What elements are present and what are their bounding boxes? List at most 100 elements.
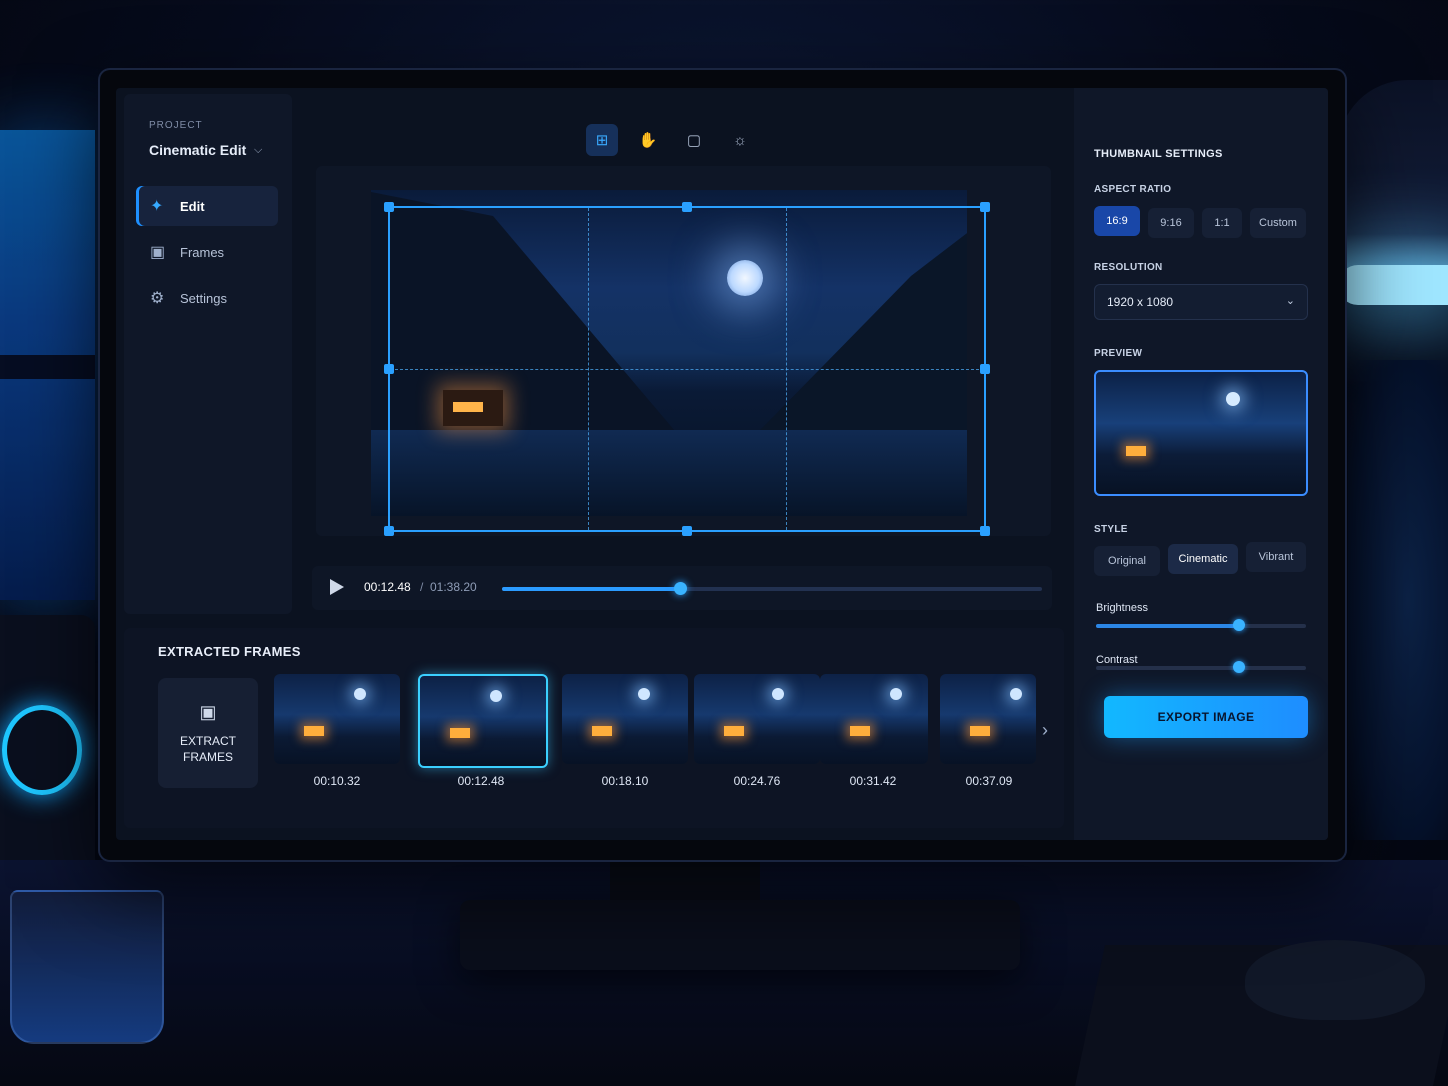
frames-icon: ▣ [150,244,166,261]
frame-time: 00:24.76 [733,774,781,788]
shelf [0,355,95,379]
playback-bar: 00:12.48 / 01:38.20 [312,566,1052,610]
crop-box[interactable] [384,202,990,536]
frame-thumbnail[interactable] [820,674,928,764]
sidebar-item-settings[interactable]: ⚙ Settings [136,278,278,318]
frame-thumbnail[interactable] [562,674,688,764]
aspect-ratio-label: ASPECT RATIO [1094,184,1172,195]
resolution-label: RESOLUTION [1094,262,1163,273]
crop-handle-left[interactable] [384,364,394,374]
contrast-fill [1096,666,1239,670]
current-time: 00:12.48 [364,580,411,594]
cabin-light [970,726,990,736]
total-time: 01:38.20 [430,580,477,594]
export-image-button[interactable]: EXPORT IMAGE [1104,696,1308,738]
sidebar-item-label: Edit [180,198,205,214]
moon [638,688,650,700]
sidebar-item-frames[interactable]: ▣ Frames [136,232,278,272]
aspect-16-9-button[interactable]: 16:9 [1094,206,1140,236]
crop-grid-line [390,369,984,370]
moon [772,688,784,700]
chevron-down-icon[interactable]: ⌵ [254,144,262,157]
style-vibrant-button[interactable]: Vibrant [1246,542,1306,572]
aspect-9-16-button[interactable]: 9:16 [1148,208,1194,238]
panel-title: THUMBNAIL SETTINGS [1094,148,1223,160]
mouse [1245,940,1425,1020]
contrast-label: Contrast [1096,654,1138,666]
extracted-frames-panel: EXTRACTED FRAMES ▣ EXTRACT FRAMES 00:10.… [124,628,1064,828]
cabin-light [304,726,324,736]
plant [1348,360,1448,840]
app-window: PROJECT Cinematic Edit ⌵ ✦ Edit ▣ Frames… [116,88,1328,840]
monitor-base [460,900,1020,970]
contrast-handle[interactable] [1232,661,1245,673]
brightness-icon: ☼ [733,131,747,149]
moon [490,690,502,702]
chevron-right-icon[interactable]: › [1042,720,1048,741]
lamp-glow [1338,265,1448,305]
style-cinematic-button[interactable]: Cinematic [1168,544,1238,574]
crop-tool-button[interactable]: ⊞ [586,124,618,156]
resolution-select[interactable]: 1920 x 1080 ⌄ [1094,284,1308,320]
extract-frames-button[interactable]: ▣ EXTRACT FRAMES [158,678,258,788]
brightness-slider[interactable] [1096,619,1306,631]
crop-handle-top[interactable] [682,202,692,212]
crop-handle-top-right[interactable] [980,202,990,212]
moon [1010,688,1022,700]
crop-handle-bottom-left[interactable] [384,526,394,536]
play-icon[interactable] [330,579,344,595]
frame-time: 00:12.48 [457,774,505,788]
sidebar-item-label: Frames [180,244,225,260]
timeline-scrubber[interactable] [502,582,1042,595]
crop-handle-bottom-right[interactable] [980,526,990,536]
style-original-button[interactable]: Original [1094,546,1160,576]
frame-thumbnail[interactable] [694,674,820,764]
frame-time: 00:31.42 [849,774,897,788]
thumbnail-preview [1094,370,1308,496]
project-name[interactable]: Cinematic Edit [149,142,246,158]
moon [890,688,902,700]
crop-icon: ⊞ [595,132,609,149]
brightness-handle[interactable] [1232,619,1245,631]
glass [10,890,164,1044]
preview-label: PREVIEW [1094,348,1143,359]
brightness-label: Brightness [1096,602,1148,614]
gear-icon: ⚙ [150,290,165,307]
chevron-down-icon: ⌄ [1285,295,1295,307]
moon [1226,392,1240,406]
sidebar: PROJECT Cinematic Edit ⌵ ✦ Edit ▣ Frames… [124,94,292,614]
sidebar-item-label: Settings [180,290,227,306]
crop-handle-bottom[interactable] [682,526,692,536]
brightness-tool-button[interactable]: ☼ [724,124,756,156]
hand-icon: ✋ [638,132,658,149]
sidebar-item-edit[interactable]: ✦ Edit [136,186,278,226]
speaker-ring-light [2,705,82,795]
extract-icon: ▣ [199,701,217,722]
crop-handle-top-left[interactable] [384,202,394,212]
hand-tool-button[interactable]: ✋ [632,124,664,156]
frame-time: 00:18.10 [601,774,649,788]
aspect-custom-button[interactable]: Custom [1250,208,1306,238]
frames-title: EXTRACTED FRAMES [158,644,301,659]
magic-wand-icon: ✦ [150,198,164,215]
frame-time: 00:10.32 [313,774,361,788]
contrast-slider[interactable] [1096,661,1306,673]
frame-thumbnail[interactable] [940,674,1036,764]
aspect-1-1-button[interactable]: 1:1 [1202,208,1242,238]
frame-thumbnail[interactable] [274,674,400,764]
resolution-value: 1920 x 1080 [1107,295,1174,309]
cabin-light [450,728,470,738]
cabin-light [1126,446,1146,456]
frame-time: 00:37.09 [965,774,1013,788]
brightness-fill [1096,624,1239,628]
crop-handle-right[interactable] [980,364,990,374]
project-label: PROJECT [149,120,203,131]
frame-thumbnail-selected[interactable] [418,674,548,768]
editor-toolbar: ⊞ ✋ ▢ ☼ [586,124,776,160]
timeline-handle[interactable] [674,582,688,595]
cabin-light [592,726,612,736]
time-separator: / [420,580,424,594]
frame-capture-button[interactable]: ▢ [678,124,710,156]
monitor: PROJECT Cinematic Edit ⌵ ✦ Edit ▣ Frames… [100,70,1345,860]
cabin-light [850,726,870,736]
